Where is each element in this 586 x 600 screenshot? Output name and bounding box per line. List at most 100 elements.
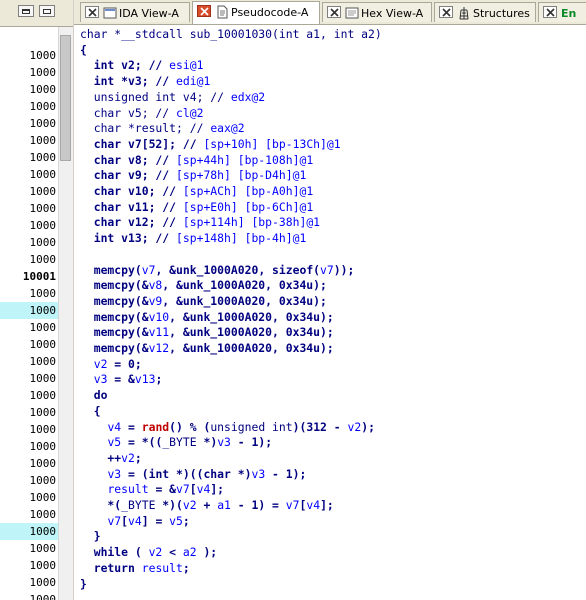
address-row[interactable]: 1000 [0, 387, 58, 404]
tab-pseudocode[interactable]: Pseudocode-A [192, 1, 320, 24]
code-line[interactable]: char *result; // eax@2 [80, 120, 245, 136]
code-line[interactable]: v3 = (int *)((char *)v3 - 1); [80, 466, 306, 482]
address-row[interactable]: 1000 [0, 47, 58, 64]
code-token: return [80, 560, 142, 575]
close-tab-button[interactable] [85, 6, 99, 18]
tab-enums[interactable]: En [538, 2, 586, 22]
code-line[interactable]: v4 = rand() % (unsigned int)(312 - v2); [80, 419, 375, 435]
code-line[interactable]: *(_BYTE *)(v2 + a1 - 1) = v7[v4]; [80, 497, 333, 513]
code-line[interactable]: memcpy(&v12, &unk_1000A020, 0x34u); [80, 340, 334, 356]
address-row[interactable]: 1000 [0, 132, 58, 149]
address-row[interactable]: 1000 [0, 336, 58, 353]
code-token: [sp+78h] [bp-D4h]@1 [176, 168, 307, 183]
address-row[interactable]: 1000 [0, 115, 58, 132]
address-row[interactable]: 1000 [0, 591, 58, 600]
restore-window-button[interactable] [18, 5, 34, 17]
address-row[interactable]: 1000 [0, 81, 58, 98]
address-row[interactable]: 1000 [0, 285, 58, 302]
address-row[interactable]: 1000 [0, 438, 58, 455]
code-line[interactable]: char v10; // [sp+ACh] [bp-A0h]@1 [80, 183, 313, 199]
address-row[interactable]: 1000 [0, 557, 58, 574]
tab-hex-view[interactable]: Hex View-A [322, 2, 432, 22]
code-line[interactable]: memcpy(&v8, &unk_1000A020, 0x34u); [80, 277, 327, 293]
code-line[interactable]: memcpy(&v10, &unk_1000A020, 0x34u); [80, 309, 334, 325]
code-line[interactable]: memcpy(&v9, &unk_1000A020, 0x34u); [80, 293, 327, 309]
code-line[interactable]: do [80, 387, 108, 403]
close-tab-button[interactable] [197, 5, 211, 17]
code-line[interactable]: char *__stdcall sub_10001030(int a1, int… [80, 26, 382, 42]
code-line[interactable]: v5 = *((_BYTE *)v3 - 1); [80, 434, 272, 450]
code-token: ); [196, 545, 218, 560]
address-row[interactable]: 1000 [0, 506, 58, 523]
code-line[interactable]: result = &v7[v4]; [80, 481, 224, 497]
code-token: cl@2 [176, 105, 204, 120]
code-token: } [80, 529, 101, 544]
address-row[interactable]: 10001 [0, 268, 58, 285]
code-token: v5 [107, 435, 122, 450]
code-line[interactable]: unsigned int v4; // edx@2 [80, 89, 265, 105]
code-token: , &unk_1000A020, 0x34u); [162, 293, 327, 308]
address-row[interactable]: 1000 [0, 489, 58, 506]
code-line[interactable]: char v12; // [sp+114h] [bp-38h]@1 [80, 214, 320, 230]
close-tab-button[interactable] [543, 6, 557, 18]
code-line[interactable]: char v5; // cl@2 [80, 105, 204, 121]
code-line[interactable]: char v8; // [sp+44h] [bp-108h]@1 [80, 152, 313, 168]
address-row[interactable]: 1000 [0, 421, 58, 438]
code-line[interactable]: char v9; // [sp+78h] [bp-D4h]@1 [80, 167, 307, 183]
code-line[interactable]: v2 = 0; [80, 356, 142, 372]
code-token: v7 [141, 262, 156, 277]
code-token: = & [148, 482, 177, 497]
address-row[interactable]: 1000 [0, 370, 58, 387]
code-line[interactable]: memcpy(v7, &unk_1000A020, sizeof(v7)); [80, 262, 355, 278]
left-pane-scrollbar[interactable] [58, 27, 73, 600]
address-row[interactable]: 1000 [0, 98, 58, 115]
address-row[interactable]: 1000 [0, 64, 58, 81]
code-line[interactable]: char v7[52]; // [sp+10h] [bp-13Ch]@1 [80, 136, 341, 152]
address-row[interactable]: 1000 [0, 234, 58, 251]
code-line[interactable]: ++v2; [80, 450, 142, 466]
close-tab-button[interactable] [439, 6, 453, 18]
address-row[interactable]: 1000 [0, 353, 58, 370]
code-line[interactable]: memcpy(&v11, &unk_1000A020, 0x34u); [80, 324, 334, 340]
close-icon [200, 7, 209, 16]
code-line[interactable]: v3 = &v13; [80, 371, 163, 387]
address-row[interactable]: 1000 [0, 455, 58, 472]
code-line[interactable]: v7[v4] = v5; [80, 513, 189, 529]
address-row[interactable]: 1000 [0, 472, 58, 489]
code-token: edi@1 [176, 74, 211, 89]
code-line[interactable]: return result; [80, 560, 190, 576]
code-line[interactable]: { [80, 403, 101, 419]
tab-ida-view[interactable]: IDA View-A [80, 2, 190, 22]
address-row[interactable]: 1000 [0, 574, 58, 591]
address-row[interactable]: 1000 [0, 217, 58, 234]
code-line[interactable]: int v13; // [sp+148h] [bp-4h]@1 [80, 230, 307, 246]
address-row[interactable]: 1000 [0, 540, 58, 557]
close-icon [546, 8, 555, 17]
address-row[interactable]: 1000 [0, 523, 58, 540]
code-token: [sp+44h] [bp-108h]@1 [176, 152, 314, 167]
code-line[interactable]: } [80, 528, 101, 544]
code-line[interactable]: int *v3; // edi@1 [80, 73, 211, 89]
address-row[interactable]: 1000 [0, 251, 58, 268]
code-token: *) [196, 435, 218, 450]
close-tab-button[interactable] [327, 6, 341, 18]
code-token: ; [134, 450, 142, 465]
pseudocode-view[interactable]: char *__stdcall sub_10001030(int a1, int… [76, 26, 586, 600]
address-row[interactable]: 1000 [0, 404, 58, 421]
tab-structures[interactable]: Structures [434, 2, 536, 22]
address-row[interactable]: 1000 [0, 166, 58, 183]
code-line[interactable]: int v2; // esi@1 [80, 57, 204, 73]
maximize-window-button[interactable] [39, 5, 55, 17]
address-row[interactable]: 1000 [0, 302, 58, 319]
code-line[interactable]: char v11; // [sp+E0h] [bp-6Ch]@1 [80, 199, 313, 215]
code-line[interactable]: } [80, 576, 87, 592]
address-row[interactable]: 1000 [0, 319, 58, 336]
scrollbar-thumb[interactable] [60, 35, 71, 161]
address-row[interactable]: 1000 [0, 200, 58, 217]
code-line[interactable]: while ( v2 < a2 ); [80, 544, 217, 560]
address-row[interactable]: 1000 [0, 183, 58, 200]
address-row[interactable]: 1000 [0, 149, 58, 166]
code-token: = 0; [107, 356, 142, 371]
code-line[interactable]: { [80, 42, 87, 58]
